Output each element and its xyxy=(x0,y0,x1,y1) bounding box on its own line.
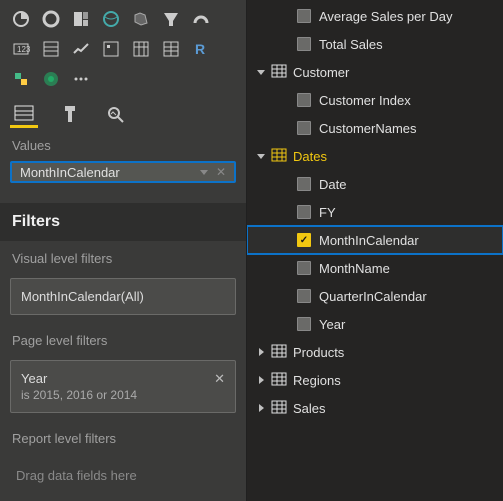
field-item[interactable]: MonthName xyxy=(247,254,503,282)
field-checkbox[interactable] xyxy=(297,37,311,51)
report-filters-label: Report level filters xyxy=(0,421,246,450)
filter-restatement: is 2015, 2016 or 2014 xyxy=(21,388,208,402)
expand-icon[interactable] xyxy=(255,348,267,356)
visual-filters-label: Visual level filters xyxy=(0,241,246,270)
field-checkbox[interactable] xyxy=(297,233,311,247)
viz-gauge-icon[interactable] xyxy=(188,6,214,32)
field-item[interactable]: MonthInCalendar xyxy=(247,226,503,254)
field-item[interactable]: Average Sales per Day xyxy=(247,2,503,30)
table-customer[interactable]: Customer xyxy=(247,58,503,86)
field-item[interactable]: CustomerNames xyxy=(247,114,503,142)
values-label: Values xyxy=(0,128,246,157)
viz-card-icon[interactable]: 123 xyxy=(8,36,34,62)
viz-pane-tabs xyxy=(0,100,246,128)
filter-title: MonthInCalendar(All) xyxy=(21,289,225,304)
field-item[interactable]: Year xyxy=(247,310,503,338)
field-item[interactable]: Customer Index xyxy=(247,86,503,114)
table-regions[interactable]: Regions xyxy=(247,366,503,394)
field-label: CustomerNames xyxy=(319,121,417,136)
expand-icon[interactable] xyxy=(255,154,267,159)
table-label: Sales xyxy=(293,401,326,416)
field-label: FY xyxy=(319,205,336,220)
field-checkbox[interactable] xyxy=(297,93,311,107)
fields-pane: Average Sales per Day Total Sales Customer… xyxy=(247,0,503,501)
viz-arcgis-icon[interactable] xyxy=(38,66,64,92)
viz-funnel-icon[interactable] xyxy=(158,6,184,32)
field-label: Customer Index xyxy=(319,93,411,108)
field-checkbox[interactable] xyxy=(297,317,311,331)
table-icon xyxy=(271,400,287,417)
field-checkbox[interactable] xyxy=(297,261,311,275)
viz-kpi-icon[interactable] xyxy=(68,36,94,62)
field-label: Year xyxy=(319,317,345,332)
clear-filter-icon[interactable]: ✕ xyxy=(214,371,225,387)
chevron-down-icon[interactable] xyxy=(200,170,208,175)
filters-header: Filters xyxy=(0,203,246,241)
viz-py-icon[interactable] xyxy=(8,66,34,92)
viz-pie-icon[interactable] xyxy=(8,6,34,32)
field-checkbox[interactable] xyxy=(297,121,311,135)
viz-treemap-icon[interactable] xyxy=(68,6,94,32)
table-label: Products xyxy=(293,345,344,360)
values-field-well[interactable]: MonthInCalendar ✕ xyxy=(10,161,236,183)
tab-analytics[interactable] xyxy=(102,100,130,128)
field-label: Total Sales xyxy=(319,37,383,52)
viz-donut-icon[interactable] xyxy=(38,6,64,32)
viz-slicer-icon[interactable] xyxy=(98,36,124,62)
field-checkbox[interactable] xyxy=(297,205,311,219)
svg-text:R: R xyxy=(195,41,205,57)
table-icon xyxy=(271,64,287,81)
viz-type-gallery: 123 R xyxy=(0,0,246,92)
table-sales[interactable]: Sales xyxy=(247,394,503,422)
tab-format[interactable] xyxy=(56,100,84,128)
table-dates[interactable]: Dates xyxy=(247,142,503,170)
field-item[interactable]: Date xyxy=(247,170,503,198)
table-icon xyxy=(271,372,287,389)
field-item[interactable]: QuarterInCalendar xyxy=(247,282,503,310)
expand-icon[interactable] xyxy=(255,70,267,75)
table-label: Customer xyxy=(293,65,349,80)
viz-map-icon[interactable] xyxy=(98,6,124,32)
table-products[interactable]: Products xyxy=(247,338,503,366)
field-label: Date xyxy=(319,177,346,192)
viz-r-icon[interactable]: R xyxy=(188,36,214,62)
drop-hint: Drag data fields here xyxy=(12,456,234,495)
viz-table-icon[interactable] xyxy=(128,36,154,62)
viz-filled-map-icon[interactable] xyxy=(128,6,154,32)
fields-tree: Average Sales per Day Total Sales Customer… xyxy=(247,0,503,422)
svg-text:123: 123 xyxy=(17,45,31,54)
field-checkbox[interactable] xyxy=(297,177,311,191)
field-label: MonthName xyxy=(319,261,390,276)
field-label: MonthInCalendar xyxy=(319,233,419,248)
remove-field-icon[interactable]: ✕ xyxy=(216,165,226,179)
field-item[interactable]: Total Sales xyxy=(247,30,503,58)
field-item[interactable]: FY xyxy=(247,198,503,226)
field-label: Average Sales per Day xyxy=(319,9,452,24)
viz-more-icon[interactable] xyxy=(68,66,94,92)
page-filter-card[interactable]: Year is 2015, 2016 or 2014 ✕ xyxy=(10,360,236,413)
field-label: QuarterInCalendar xyxy=(319,289,427,304)
visualizations-pane: 123 R Values MonthInCalendar ✕ Filters V… xyxy=(0,0,247,501)
well-field-name: MonthInCalendar xyxy=(20,165,120,180)
table-icon xyxy=(271,344,287,361)
tab-fields[interactable] xyxy=(10,100,38,128)
table-label: Regions xyxy=(293,373,341,388)
expand-icon[interactable] xyxy=(255,376,267,384)
viz-matrix-icon[interactable] xyxy=(158,36,184,62)
table-icon xyxy=(271,148,287,165)
expand-icon[interactable] xyxy=(255,404,267,412)
page-filters-label: Page level filters xyxy=(0,323,246,352)
field-checkbox[interactable] xyxy=(297,289,311,303)
filter-title: Year xyxy=(21,371,208,386)
viz-multirow-icon[interactable] xyxy=(38,36,64,62)
visual-filter-card[interactable]: MonthInCalendar(All) xyxy=(10,278,236,315)
table-label: Dates xyxy=(293,149,327,164)
field-checkbox[interactable] xyxy=(297,9,311,23)
